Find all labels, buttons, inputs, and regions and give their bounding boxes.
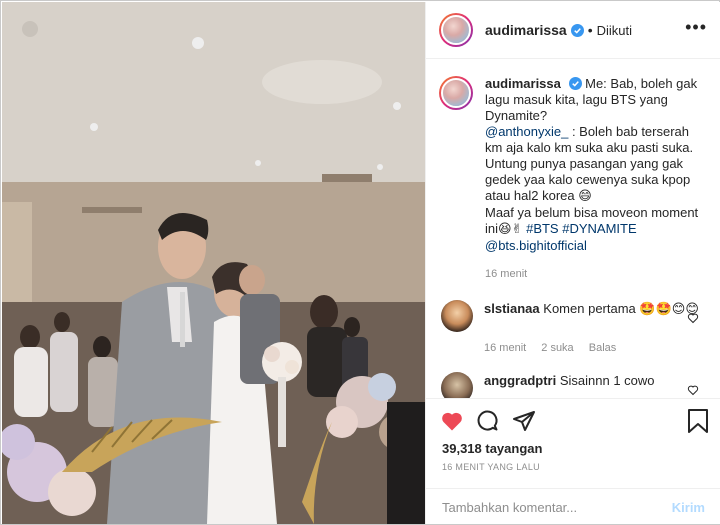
commenter-username[interactable]: slstianaa: [484, 301, 540, 316]
commenter-username[interactable]: anggradptri: [484, 373, 556, 388]
comment-text: anggradptri Sisainnn 1 cowo: [484, 372, 699, 398]
caption-text: audimarissa Me: Bab, boleh gak lagu masu…: [485, 76, 705, 282]
comment-content: Komen pertama: [543, 301, 636, 316]
more-options-icon[interactable]: •••: [685, 18, 707, 36]
commenter-avatar[interactable]: [441, 300, 473, 332]
comment-item: anggradptri Sisainnn 1 cowo: [439, 372, 705, 398]
post-video[interactable]: [2, 2, 425, 524]
comment-item: slstianaa Komen pertama 🤩🤩😊😊: [439, 300, 705, 332]
comment-composer: Kirim: [426, 488, 720, 525]
caption-mention-2[interactable]: @bts.bighitofficial: [485, 238, 587, 253]
caption-timestamp[interactable]: 16 menit: [485, 266, 705, 282]
caption-username[interactable]: audimarissa: [485, 76, 561, 91]
bookmark-icon[interactable]: [687, 409, 709, 433]
action-bar: 39,318 tayangan 16 MENIT YANG LALU: [426, 398, 720, 488]
header-username[interactable]: audimarissa: [485, 22, 567, 38]
instagram-post-modal: audimarissa • Diikuti ••• audimarissa Me…: [0, 0, 720, 525]
verified-badge-icon: [568, 77, 582, 90]
verified-badge-icon: [570, 23, 584, 37]
avatar[interactable]: [439, 13, 473, 47]
caption-avatar[interactable]: [439, 76, 473, 110]
comment-icon[interactable]: [476, 409, 500, 433]
comment-meta: 16 menit 2 suka Balas: [484, 342, 705, 354]
caption-emoji-2: 😆✌: [498, 222, 523, 237]
hashtag-dynamite[interactable]: #DYNAMITE: [562, 221, 636, 236]
comments-list[interactable]: audimarissa Me: Bab, boleh gak lagu masu…: [426, 60, 720, 398]
view-count[interactable]: 39,318 tayangan: [442, 441, 542, 456]
comment-like-icon[interactable]: [687, 312, 699, 324]
post-side-panel: audimarissa • Diikuti ••• audimarissa Me…: [425, 2, 720, 524]
commenter-avatar[interactable]: [441, 372, 473, 398]
comment-likes[interactable]: 2 suka: [541, 342, 573, 354]
follow-status-button[interactable]: Diikuti: [597, 23, 632, 38]
post-comment-button[interactable]: Kirim: [672, 500, 705, 515]
caption-emoji-1: 😄: [578, 189, 592, 204]
caption: audimarissa Me: Bab, boleh gak lagu masu…: [439, 76, 705, 282]
caption-mention[interactable]: @anthonyxie_: [485, 124, 568, 139]
post-timestamp[interactable]: 16 MENIT YANG LALU: [442, 462, 540, 472]
heart-filled-icon[interactable]: [440, 409, 464, 433]
post-header: audimarissa • Diikuti •••: [426, 2, 720, 59]
comment-like-icon[interactable]: [687, 384, 699, 396]
comment-input[interactable]: [442, 499, 672, 515]
comment-text: slstianaa Komen pertama 🤩🤩😊😊: [484, 300, 699, 332]
comment-reply-button[interactable]: Balas: [589, 342, 617, 354]
hashtag-bts[interactable]: #BTS: [526, 221, 559, 236]
paper-plane-icon[interactable]: [512, 409, 536, 433]
separator-dot: •: [587, 22, 593, 38]
wedding-scene-illustration: [2, 2, 425, 524]
comment-content: Sisainnn 1 cowo: [559, 373, 655, 388]
comment-time[interactable]: 16 menit: [484, 342, 526, 354]
